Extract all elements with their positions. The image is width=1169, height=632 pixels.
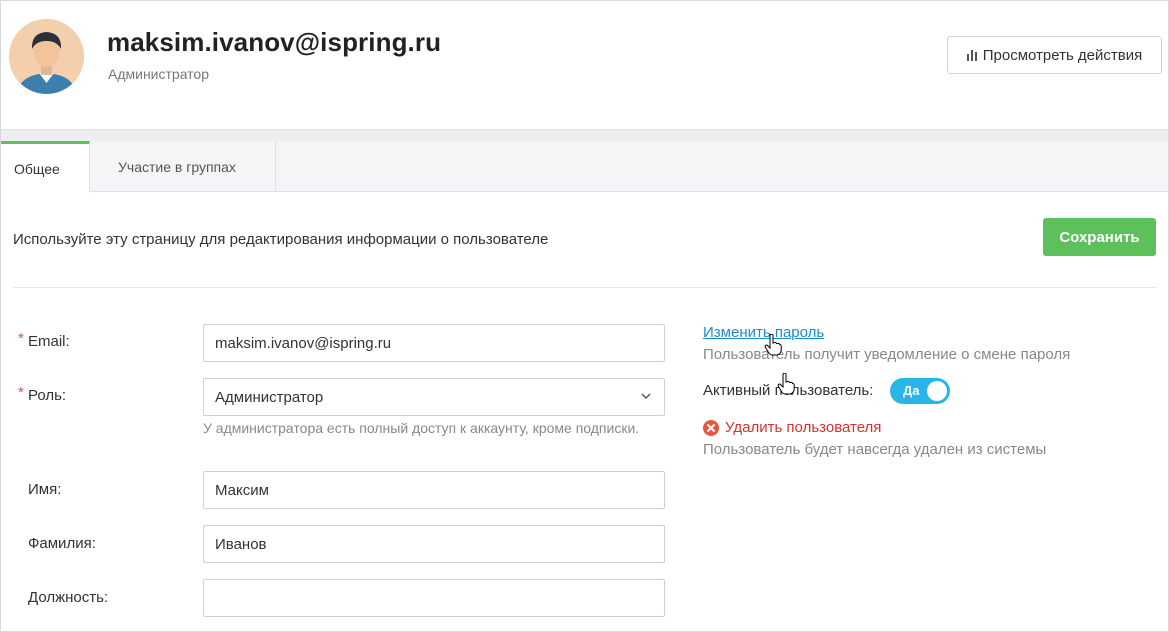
role-select[interactable]: Администратор <box>203 378 665 416</box>
last-name-field[interactable]: Иванов <box>203 525 665 563</box>
tabs-bar: Общее Участие в группах <box>1 141 1168 193</box>
required-mark: * <box>18 330 24 347</box>
active-user-toggle[interactable]: Да <box>890 378 950 404</box>
avatar <box>9 19 84 94</box>
close-circle-icon <box>703 420 719 436</box>
divider <box>13 287 1156 288</box>
last-name-label: Фамилия: <box>28 535 96 552</box>
delete-user-note: Пользователь будет навсегда удален из си… <box>703 441 1047 458</box>
header-separator <box>1 129 1168 141</box>
delete-user-link[interactable]: Удалить пользователя <box>725 419 881 436</box>
chevron-down-icon <box>641 393 651 400</box>
view-actions-label: Просмотреть действия <box>982 46 1143 64</box>
required-mark: * <box>18 384 24 401</box>
first-name-label: Имя: <box>28 481 62 498</box>
toggle-knob <box>927 381 947 401</box>
bar-chart-icon <box>966 49 977 61</box>
email-label: Email: <box>28 333 70 350</box>
toggle-state-label: Да <box>903 383 920 398</box>
tab-group-membership-label: Участие в группах <box>118 158 236 175</box>
role-hint: У администратора есть полный доступ к ак… <box>203 420 640 436</box>
user-role-subtitle: Администратор <box>108 66 210 82</box>
save-button[interactable]: Сохранить <box>1043 218 1156 256</box>
tab-general[interactable]: Общее <box>1 141 90 193</box>
tab-general-label: Общее <box>14 160 60 177</box>
position-field[interactable] <box>203 579 665 617</box>
password-note: Пользователь получит уведомление о смене… <box>703 346 1071 363</box>
first-name-field[interactable]: Максим <box>203 471 665 509</box>
user-header: maksim.ivanov@ispring.ru Администратор П… <box>1 1 1168 129</box>
tab-group-membership[interactable]: Участие в группах <box>90 141 276 192</box>
position-label: Должность: <box>28 589 109 606</box>
hand-pointer-icon <box>777 373 795 395</box>
role-select-value: Администратор <box>215 388 324 406</box>
page-description: Используйте эту страницу для редактирова… <box>13 231 549 248</box>
user-email-title: maksim.ivanov@ispring.ru <box>107 27 442 57</box>
hand-pointer-icon <box>764 334 782 356</box>
email-field[interactable]: maksim.ivanov@ispring.ru <box>203 324 665 362</box>
view-actions-button[interactable]: Просмотреть действия <box>947 36 1162 74</box>
role-label: Роль: <box>28 387 67 404</box>
